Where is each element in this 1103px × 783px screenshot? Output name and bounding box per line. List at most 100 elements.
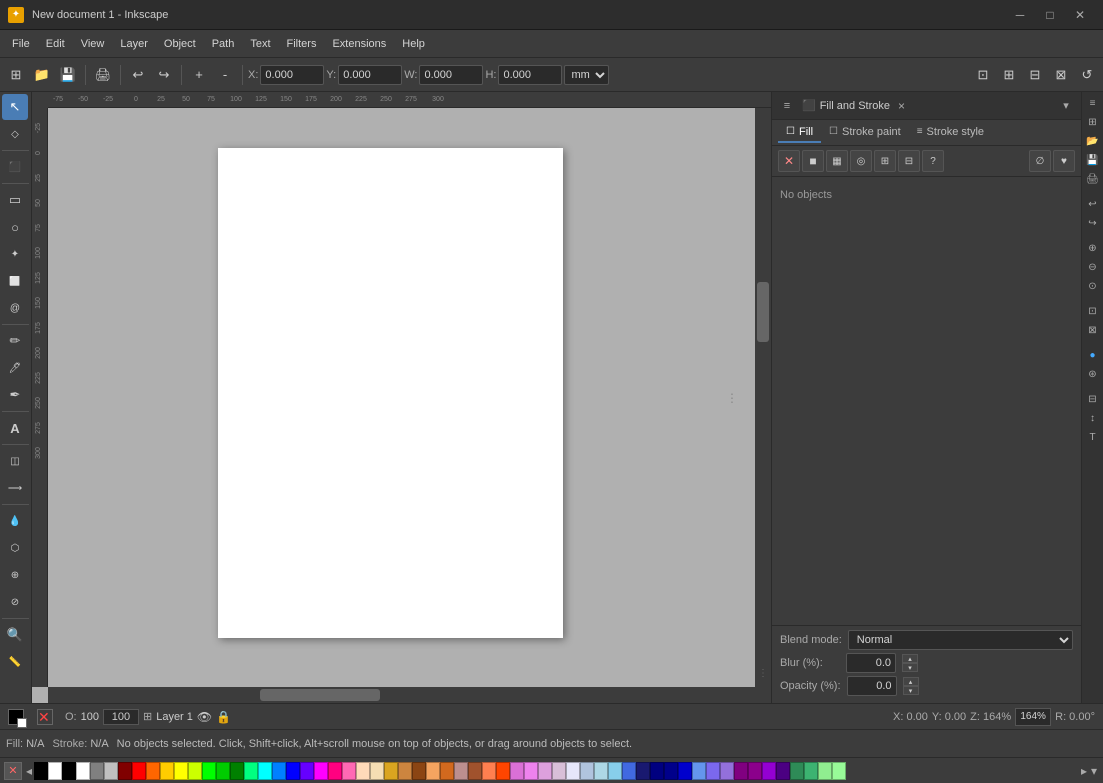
open-file-btn[interactable]: 📂 — [1084, 132, 1102, 150]
palette-color-26[interactable] — [426, 762, 440, 780]
panel-menu-btn[interactable]: ≡ — [776, 95, 798, 117]
menu-object[interactable]: Object — [156, 34, 204, 54]
measure-tool[interactable]: 📏 — [2, 649, 28, 675]
panel-expand-btn[interactable]: ▾ — [1055, 95, 1077, 117]
fill-none-btn[interactable]: ✕ — [778, 150, 800, 172]
calligraphy-tool[interactable]: ✒ — [2, 382, 28, 408]
palette-color-52[interactable] — [790, 762, 804, 780]
w-input[interactable] — [419, 65, 483, 85]
palette-color-7[interactable] — [160, 762, 174, 780]
palette-color-53[interactable] — [804, 762, 818, 780]
text-tool[interactable]: A — [2, 415, 28, 441]
new-btn[interactable]: ⊞ — [4, 63, 28, 87]
fill-flat-btn[interactable]: ■ — [802, 150, 824, 172]
print-btn2[interactable]: 🖨 — [1084, 170, 1102, 188]
circle-tool[interactable]: ○ — [2, 214, 28, 240]
palette-color-8[interactable] — [174, 762, 188, 780]
zoom-in-btn[interactable]: + — [187, 63, 211, 87]
palette-color-36[interactable] — [566, 762, 580, 780]
panel-close-btn[interactable]: × — [894, 97, 909, 115]
layer-lock-btn[interactable]: 🔒 — [216, 710, 231, 724]
palette-color-2[interactable] — [90, 762, 104, 780]
copy-btn[interactable]: ⊡ — [1084, 302, 1102, 320]
palette-color-5[interactable] — [132, 762, 146, 780]
palette-color-28[interactable] — [454, 762, 468, 780]
palette-color-24[interactable] — [398, 762, 412, 780]
palette-color-3[interactable] — [104, 762, 118, 780]
palette-expand-btn[interactable]: ▾ — [1089, 764, 1099, 778]
print-btn[interactable]: 🖨 — [91, 63, 115, 87]
save-file-btn[interactable]: 💾 — [1084, 151, 1102, 169]
palette-color-44[interactable] — [678, 762, 692, 780]
stroke-color-swatch[interactable] — [17, 718, 27, 728]
3d-box-tool[interactable]: ⬜ — [2, 268, 28, 294]
scrollbar-vertical[interactable]: ⋮ — [755, 108, 771, 687]
fill-unset-btn[interactable]: ∅ — [1029, 150, 1051, 172]
menu-layer[interactable]: Layer — [112, 34, 156, 54]
palette-color-21[interactable] — [356, 762, 370, 780]
zoom-in-btn2[interactable]: ⊕ — [1084, 239, 1102, 257]
palette-color-48[interactable] — [734, 762, 748, 780]
tab-fill[interactable]: ☐ Fill — [778, 123, 821, 143]
palette-color-34[interactable] — [538, 762, 552, 780]
palette-color-49[interactable] — [748, 762, 762, 780]
menu-file[interactable]: File — [4, 34, 38, 54]
palette-color-10[interactable] — [202, 762, 216, 780]
canvas-area[interactable]: -75 -50 -25 0 25 50 75 100 125 150 175 2… — [32, 92, 771, 703]
palette-color-41[interactable] — [636, 762, 650, 780]
opacity-input[interactable] — [847, 676, 897, 696]
select-tool[interactable]: ↖ — [2, 94, 28, 120]
remove-fill-btn[interactable]: ✕ — [37, 709, 53, 725]
pen-tool[interactable]: 🖊 — [2, 355, 28, 381]
palette-color-1[interactable] — [76, 762, 90, 780]
layer-visibility-btn[interactable]: 👁 — [197, 710, 212, 724]
palette-color-14[interactable] — [258, 762, 272, 780]
close-button[interactable]: ✕ — [1065, 0, 1095, 30]
spray-tool[interactable]: ⊕ — [2, 562, 28, 588]
palette-color-13[interactable] — [244, 762, 258, 780]
fill-unknown-btn[interactable]: ? — [922, 150, 944, 172]
snap-reload[interactable]: ↺ — [1075, 63, 1099, 87]
scrollbar-thumb-h[interactable] — [260, 689, 380, 701]
transform-btn[interactable]: ↕ — [1084, 409, 1102, 427]
zoom-fit-btn[interactable]: ⊙ — [1084, 277, 1102, 295]
palette-color-11[interactable] — [216, 762, 230, 780]
unit-select[interactable]: mm px pt cm — [564, 65, 609, 85]
palette-color-55[interactable] — [832, 762, 846, 780]
open-btn[interactable]: 📁 — [30, 63, 54, 87]
palette-color-25[interactable] — [412, 762, 426, 780]
align-btn[interactable]: ⊟ — [1084, 390, 1102, 408]
palette-color-37[interactable] — [580, 762, 594, 780]
palette-color-12[interactable] — [230, 762, 244, 780]
menu-view[interactable]: View — [73, 34, 113, 54]
palette-color-20[interactable] — [342, 762, 356, 780]
paste-btn[interactable]: ⊠ — [1084, 321, 1102, 339]
palette-color-38[interactable] — [594, 762, 608, 780]
panel-resize-handle[interactable]: ⋮ — [726, 395, 738, 401]
palette-color-15[interactable] — [272, 762, 286, 780]
filter-btn[interactable]: ⊛ — [1084, 365, 1102, 383]
palette-color-35[interactable] — [552, 762, 566, 780]
undo-btn[interactable]: ↩ — [126, 63, 150, 87]
palette-color-33[interactable] — [524, 762, 538, 780]
snap-btn3[interactable]: ⊟ — [1023, 63, 1047, 87]
scrollbar-horizontal[interactable] — [48, 687, 755, 703]
palette-color-40[interactable] — [622, 762, 636, 780]
opacity-down-btn[interactable]: ▾ — [903, 686, 919, 695]
menu-text[interactable]: Text — [242, 34, 278, 54]
fill-color-swatch[interactable] — [8, 709, 24, 725]
rect-tool[interactable]: ▭ — [2, 187, 28, 213]
palette-color-16[interactable] — [286, 762, 300, 780]
palette-color-42[interactable] — [650, 762, 664, 780]
palette-color-54[interactable] — [818, 762, 832, 780]
palette-left-btn[interactable]: ◂ — [24, 764, 34, 778]
zoom-tool[interactable]: ⬛ — [2, 154, 28, 180]
palette-color-43[interactable] — [664, 762, 678, 780]
palette-right-btn[interactable]: ▸ — [1079, 764, 1089, 778]
menu-help[interactable]: Help — [394, 34, 433, 54]
node-tool[interactable]: ◇ — [2, 121, 28, 147]
scrollbar-thumb-v[interactable] — [757, 282, 769, 342]
zoom-out-btn2[interactable]: ⊖ — [1084, 258, 1102, 276]
fill-radial-btn[interactable]: ◎ — [850, 150, 872, 172]
palette-color-0[interactable] — [62, 762, 76, 780]
